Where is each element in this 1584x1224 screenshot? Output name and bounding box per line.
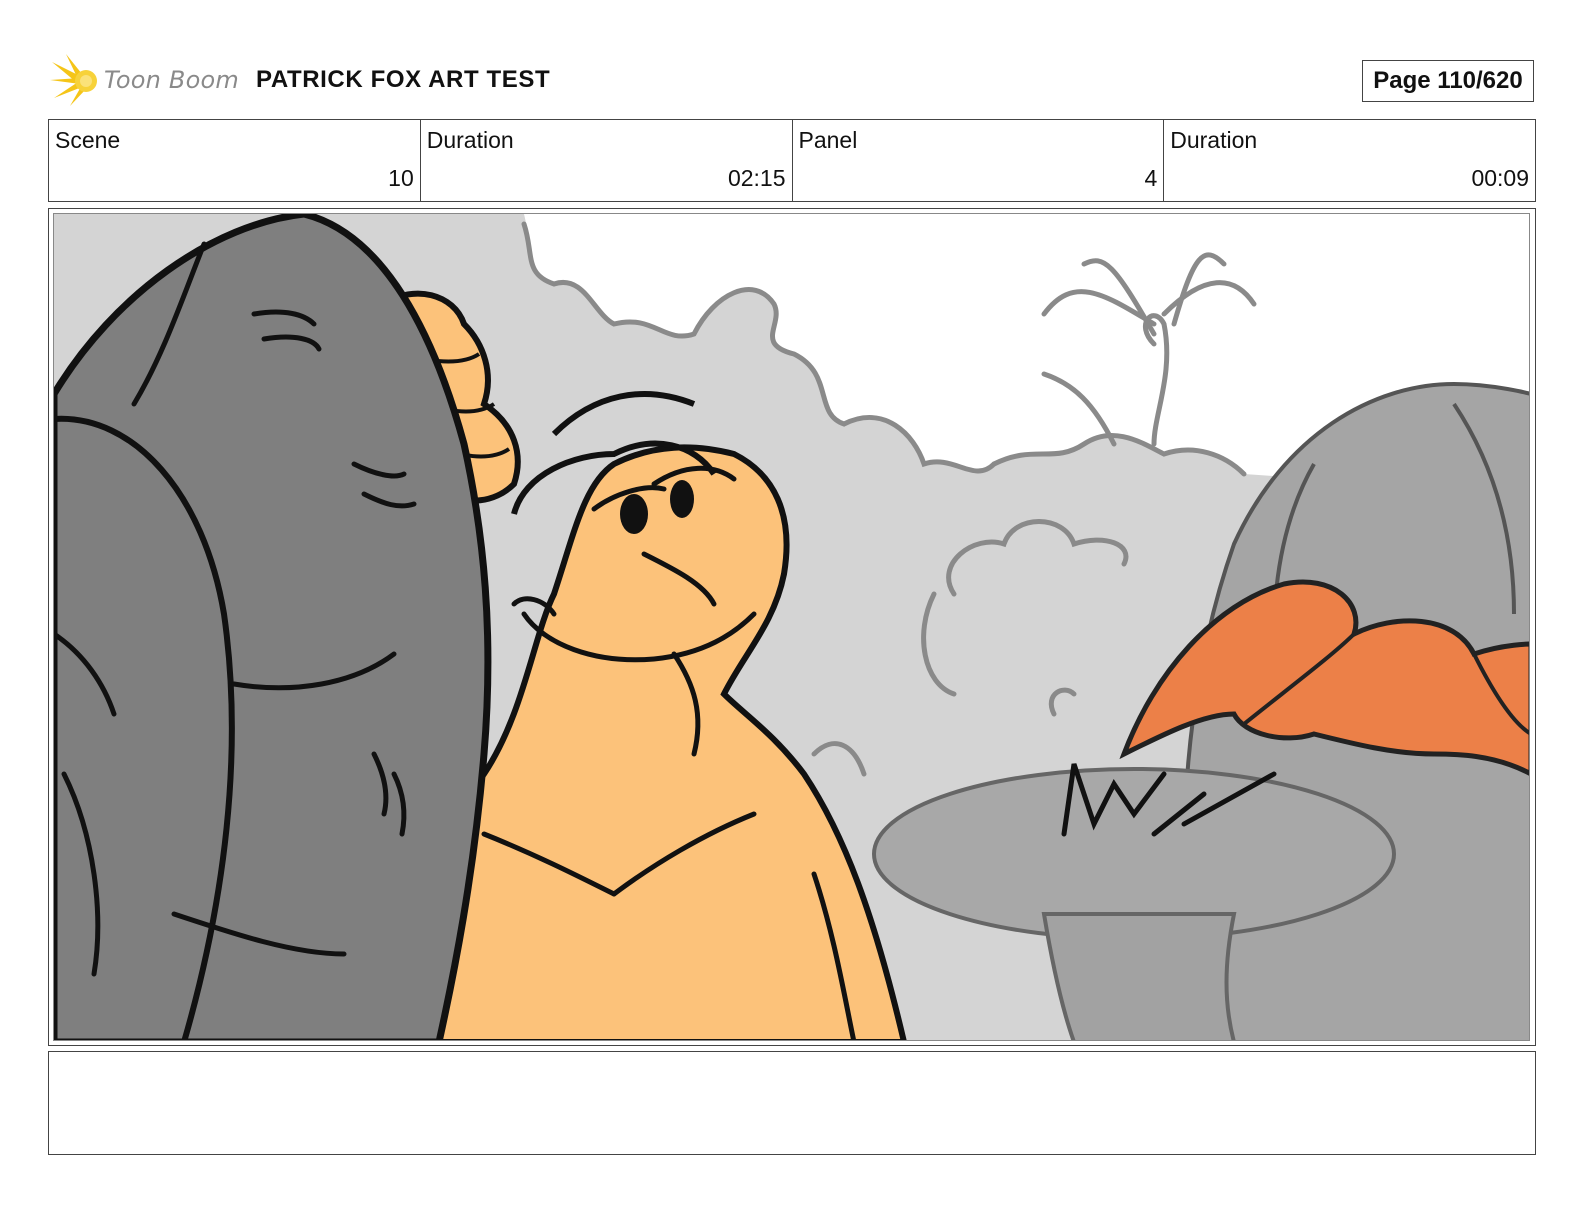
panel-label: Panel: [798, 127, 858, 153]
panel-duration-value: 00:09: [1471, 165, 1529, 191]
panel-notes: [48, 1051, 1536, 1155]
toon-boom-logo: Toon Boom: [50, 52, 240, 108]
scene-duration-label: Duration: [426, 127, 514, 153]
scene-info-table: Scene 10 Duration 02:15 Panel 4 Duration…: [48, 119, 1536, 202]
panel-duration-cell: Duration 00:09: [1164, 120, 1535, 201]
panel-value: 4: [1144, 165, 1158, 191]
project-title: PATRICK FOX ART TEST: [256, 66, 551, 93]
scene-duration-cell: Duration 02:15: [421, 120, 793, 201]
panel-duration-label: Duration: [1170, 127, 1258, 153]
panel-cell: Panel 4: [793, 120, 1165, 201]
burst-icon: [50, 54, 97, 106]
storyboard-drawing: [53, 213, 1530, 1041]
storyboard-illustration: [54, 214, 1529, 1040]
scene-label: Scene: [55, 127, 121, 153]
scene-cell: Scene 10: [49, 120, 421, 201]
scene-value: 10: [388, 165, 414, 191]
logo-text: Toon Boom: [104, 66, 239, 94]
page-number: Page 110/620: [1362, 60, 1534, 102]
scene-duration-value: 02:15: [727, 165, 786, 191]
panel-frame: [48, 208, 1536, 1046]
